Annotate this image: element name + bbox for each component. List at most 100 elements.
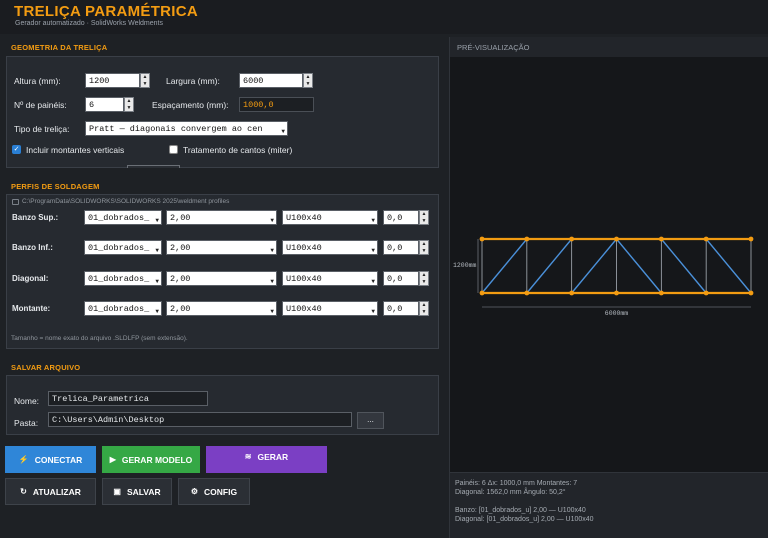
connect-label: CONECTAR xyxy=(34,454,83,465)
width-input[interactable]: 6000 xyxy=(239,73,303,88)
generate-model-button[interactable]: ▶ GERAR MODELO xyxy=(102,446,200,473)
height-input[interactable]: 1200 xyxy=(85,73,140,88)
panels-spinner[interactable]: ▲ ▼ xyxy=(124,97,134,112)
chevron-down-icon: ▼ xyxy=(281,128,285,135)
profile-size-select[interactable]: U100x40 ▼ xyxy=(282,271,378,286)
truss-node xyxy=(658,236,664,242)
spin-down-icon[interactable]: ▼ xyxy=(125,105,133,112)
stats-line-4: Diagonal: [01_dobrados_u] 2,00 — U100x40 xyxy=(455,516,594,523)
save-button[interactable]: ▣ SALVAR xyxy=(102,478,172,505)
profile-row-label: Banzo Inf.: xyxy=(12,243,53,252)
refresh-icon: ↻ xyxy=(20,487,27,496)
folder-icon xyxy=(12,199,19,205)
chevron-down-icon: ▼ xyxy=(371,308,375,315)
profile-library-select[interactable]: 01_dobrados_ ▼ xyxy=(84,301,162,316)
profile-angle-input[interactable]: 0,0 xyxy=(383,240,419,255)
spin-up-icon[interactable]: ▲ xyxy=(420,241,428,248)
truss-type-select[interactable]: Pratt — diagonais convergem ao cen ▼ xyxy=(85,121,288,136)
config-button[interactable]: ⚙ CONFIG xyxy=(178,478,250,505)
app-title: TRELIÇA PARAMÉTRICA xyxy=(14,3,199,20)
profile-size-value: U100x40 xyxy=(286,243,322,253)
chevron-down-icon: ▼ xyxy=(270,247,274,254)
profile-library-select[interactable]: 01_dobrados_ ▼ xyxy=(84,271,162,286)
lightning-icon: ⚡ xyxy=(18,455,29,464)
profile-angle-spinner[interactable]: ▲ ▼ xyxy=(419,271,429,286)
truss-diagonal xyxy=(481,238,528,294)
panels-input[interactable]: 6 xyxy=(85,97,124,112)
spin-up-icon[interactable]: ▲ xyxy=(420,302,428,309)
profile-size-select[interactable]: U100x40 ▼ xyxy=(282,210,378,225)
truss-drawing: 1200mm 6000mm xyxy=(453,236,754,317)
spin-up-icon[interactable]: ▲ xyxy=(420,211,428,218)
width-label: Largura (mm): xyxy=(166,76,220,86)
profiles-section-title: PERFIS DE SOLDAGEM xyxy=(11,182,100,191)
profile-size-select[interactable]: U100x40 ▼ xyxy=(282,240,378,255)
browse-button[interactable]: ... xyxy=(357,412,384,429)
stats-line-2: Diagonal: 1562,0 mm Ângulo: 50,2° xyxy=(455,489,566,496)
profile-library-select[interactable]: 01_dobrados_ ▼ xyxy=(84,210,162,225)
name-input[interactable]: Trelica_Parametrica xyxy=(48,391,208,406)
profile-library-select[interactable]: 01_dobrados_ ▼ xyxy=(84,240,162,255)
folder-input[interactable]: C:\Users\Admin\Desktop xyxy=(48,412,352,427)
refresh-label: ATUALIZAR xyxy=(32,486,81,497)
truss-node xyxy=(658,290,664,296)
save-section-title: SALVAR ARQUIVO xyxy=(11,363,81,372)
signal-icon: ≋ xyxy=(244,452,252,461)
profile-angle-spinner[interactable]: ▲ ▼ xyxy=(419,301,429,316)
truss-node xyxy=(524,290,530,296)
profiles-path: C:\ProgramData\SOLIDWORKS\SOLIDWORKS 202… xyxy=(22,198,230,205)
profile-angle-spinner[interactable]: ▲ ▼ xyxy=(419,240,429,255)
spin-up-icon[interactable]: ▲ xyxy=(141,74,149,81)
profile-size-select[interactable]: U100x40 ▼ xyxy=(282,301,378,316)
truss-node xyxy=(614,290,619,296)
profile-size-value: U100x40 xyxy=(286,213,322,223)
truss-node xyxy=(524,236,530,242)
profile-thickness-select[interactable]: 2,00 ▼ xyxy=(166,271,277,286)
spin-down-icon[interactable]: ▼ xyxy=(420,309,428,316)
profile-row-label: Banzo Sup.: xyxy=(12,213,59,222)
profile-row-label: Montante: xyxy=(12,304,51,313)
profile-thickness-select[interactable]: 2,00 ▼ xyxy=(166,301,277,316)
stats-line-1: Painéis: 6 Δx: 1000,0 mm Montantes: 7 xyxy=(455,480,578,487)
spin-down-icon[interactable]: ▼ xyxy=(420,218,428,225)
verticals-checkbox[interactable]: ✓ xyxy=(12,145,21,154)
height-label: Altura (mm): xyxy=(14,76,61,86)
truss-node xyxy=(614,236,619,242)
refresh-button[interactable]: ↻ ATUALIZAR xyxy=(5,478,96,505)
spin-down-icon[interactable]: ▼ xyxy=(420,279,428,286)
stats-line-3: Banzo: [01_dobrados_u] 2,00 — U100x40 xyxy=(455,507,586,514)
profile-angle-spinner[interactable]: ▲ ▼ xyxy=(419,210,429,225)
miter-checkbox[interactable] xyxy=(169,145,178,154)
truss-node xyxy=(479,236,485,242)
chevron-down-icon: ▼ xyxy=(155,217,159,224)
truss-type-label: Tipo de treliça: xyxy=(14,124,70,134)
profile-angle-input[interactable]: 0,0 xyxy=(383,301,419,316)
spin-down-icon[interactable]: ▼ xyxy=(304,81,312,88)
profile-angle-input[interactable]: 0,0 xyxy=(383,210,419,225)
truss-node xyxy=(479,290,485,296)
play-icon: ▶ xyxy=(109,455,116,464)
spin-up-icon[interactable]: ▲ xyxy=(304,74,312,81)
chevron-down-icon: ▼ xyxy=(270,308,274,315)
profile-thickness-select[interactable]: 2,00 ▼ xyxy=(166,210,277,225)
connect-button[interactable]: ⚡ CONECTAR xyxy=(5,446,96,473)
spin-up-icon[interactable]: ▲ xyxy=(420,272,428,279)
height-spinner[interactable]: ▲ ▼ xyxy=(140,73,150,88)
miter-label: Tratamento de cantos (miter) xyxy=(183,145,293,155)
generate-model-label: GERAR MODELO xyxy=(121,454,193,465)
profile-thickness-select[interactable]: 2,00 ▼ xyxy=(166,240,277,255)
truss-node xyxy=(703,236,709,242)
spin-down-icon[interactable]: ▼ xyxy=(420,248,428,255)
truss-diagonal xyxy=(571,238,618,294)
chevron-down-icon: ▼ xyxy=(371,217,375,224)
spin-down-icon[interactable]: ▼ xyxy=(141,81,149,88)
generate-button[interactable]: ≋ GERAR xyxy=(206,446,327,473)
width-spinner[interactable]: ▲ ▼ xyxy=(303,73,313,88)
profile-thickness-value: 2,00 xyxy=(170,213,191,223)
spin-up-icon[interactable]: ▲ xyxy=(125,98,133,105)
truss-node xyxy=(748,236,754,242)
truss-node xyxy=(569,290,575,296)
chevron-down-icon: ▼ xyxy=(155,247,159,254)
profile-angle-input[interactable]: 0,0 xyxy=(383,271,419,286)
gear-icon: ⚙ xyxy=(190,487,199,496)
